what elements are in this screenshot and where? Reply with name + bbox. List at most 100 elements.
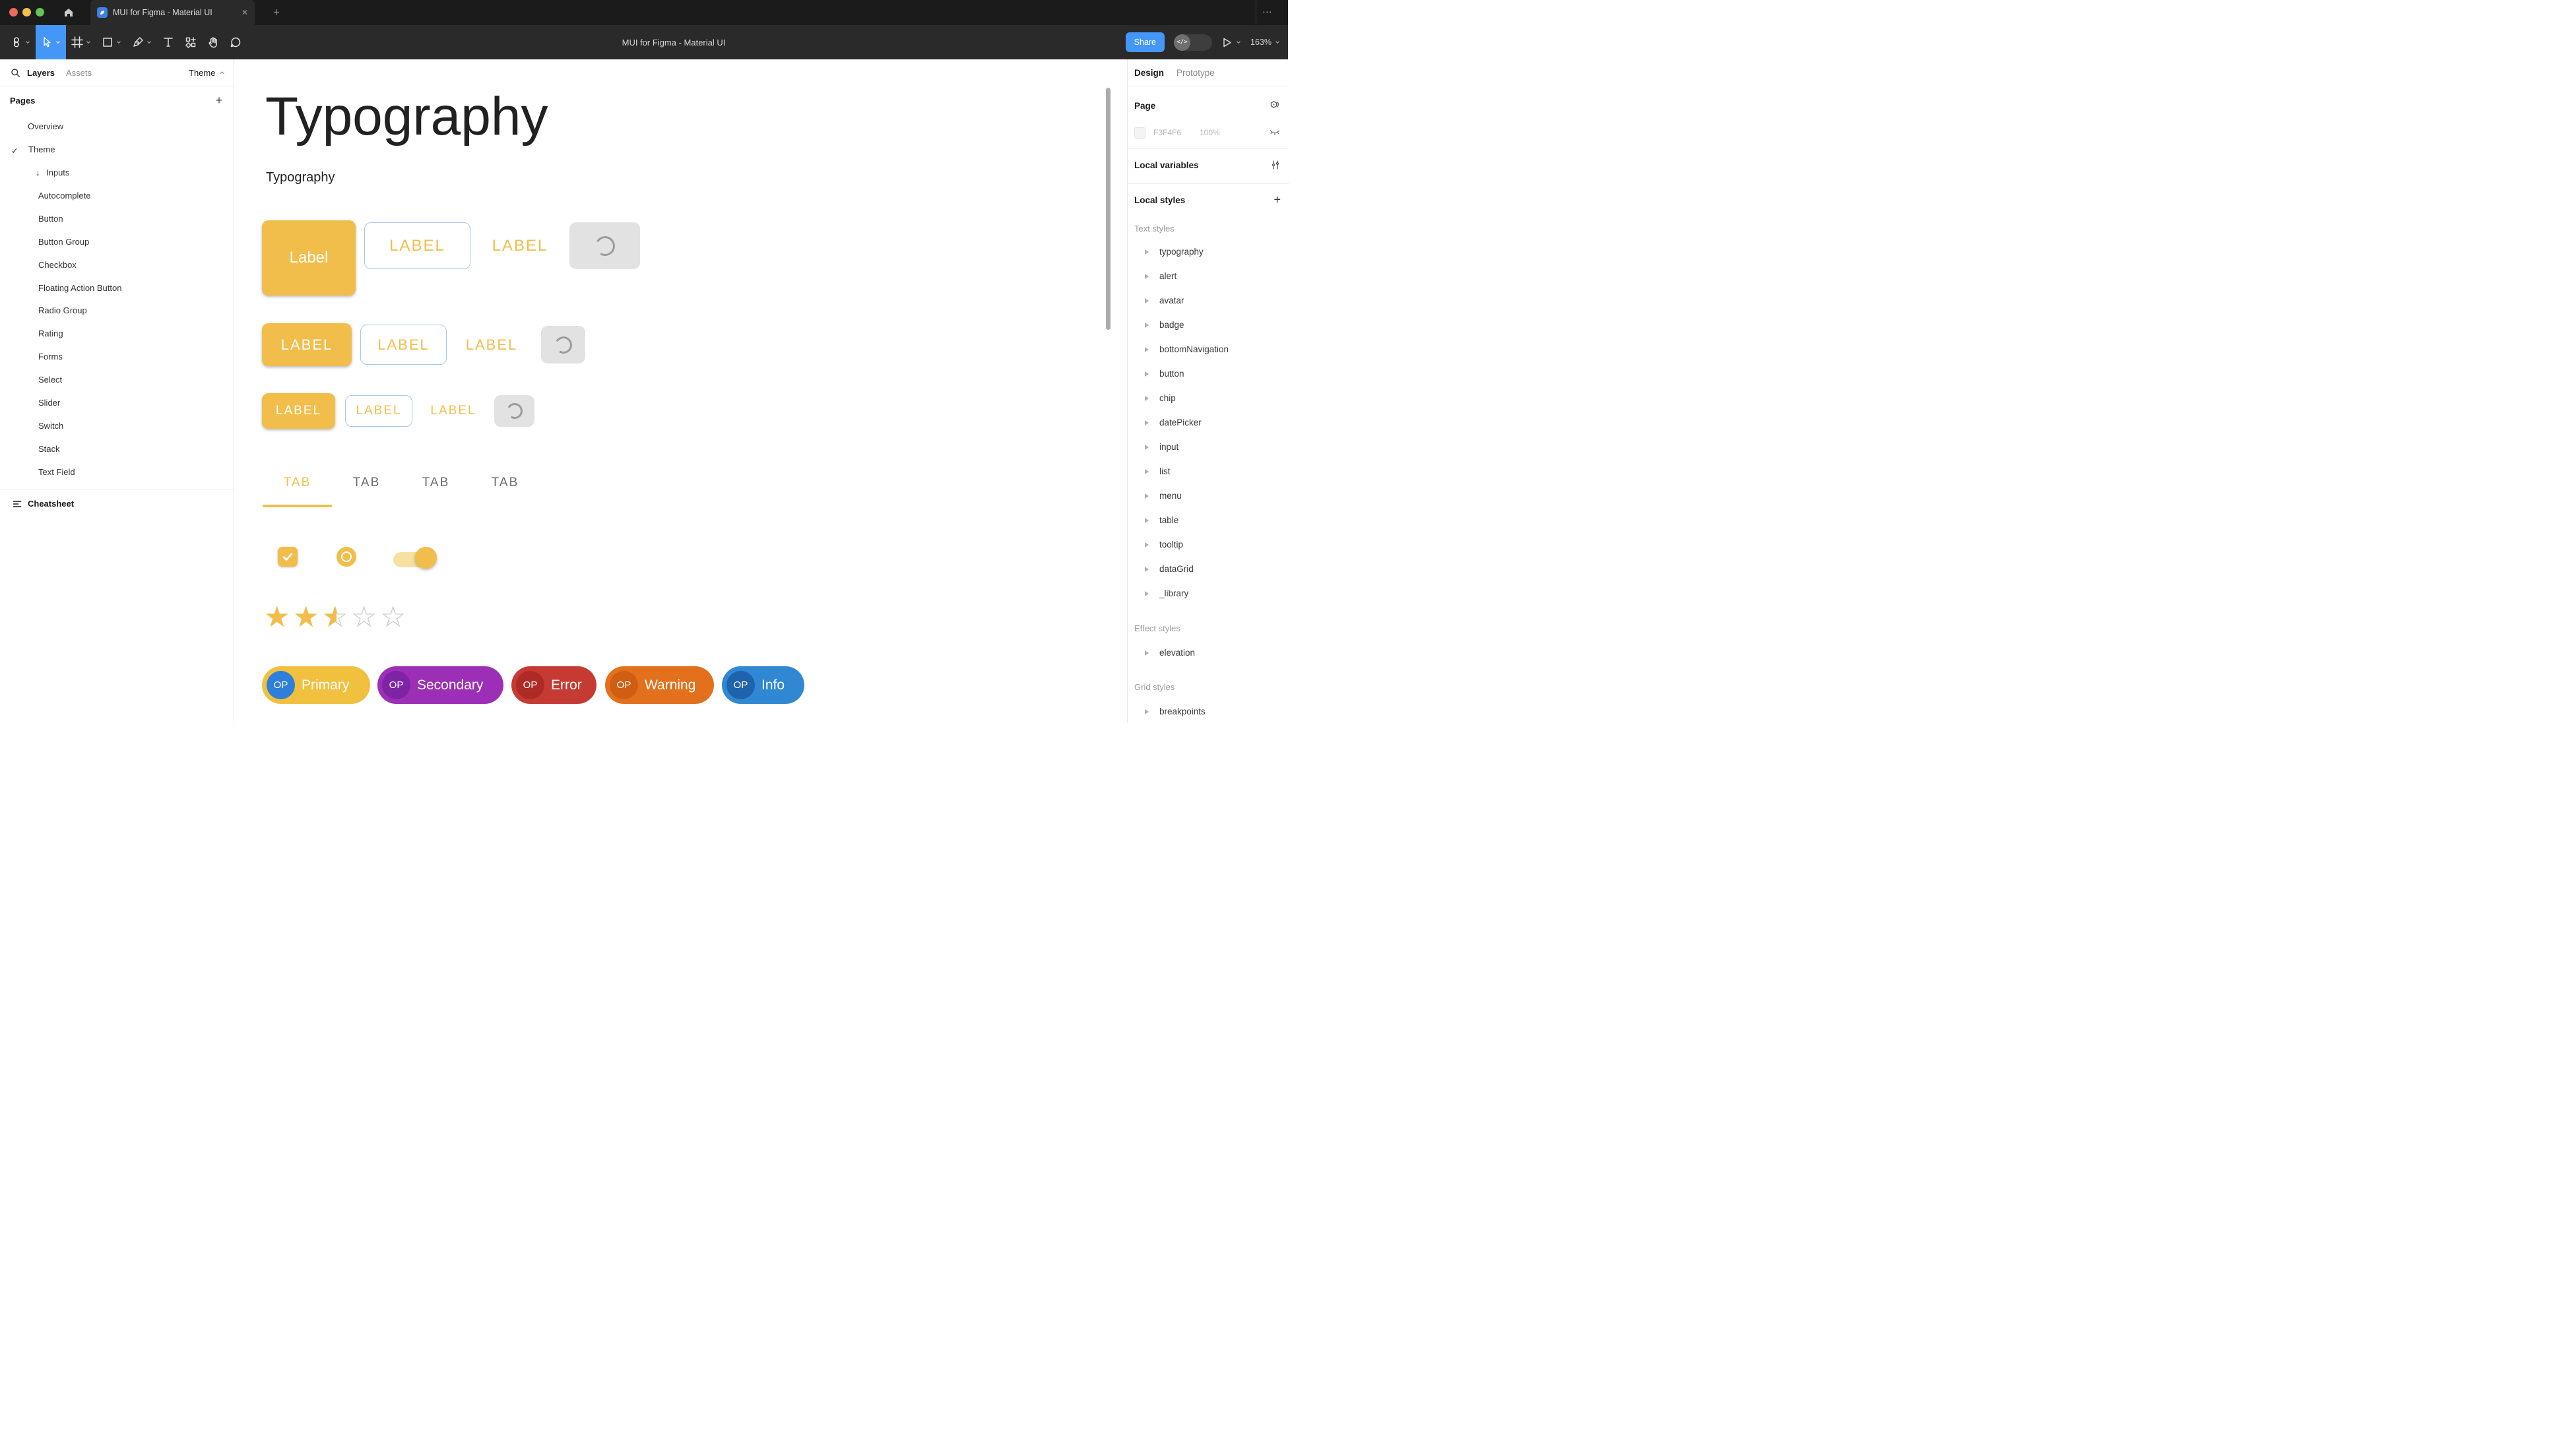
add-page-button[interactable]: +	[211, 92, 227, 108]
maximize-window-button[interactable]	[36, 8, 44, 16]
tab-assets[interactable]: Assets	[66, 59, 92, 86]
sidebar-item-autocomplete[interactable]: Autocomplete	[0, 184, 234, 207]
disclosure-icon[interactable]	[1145, 567, 1149, 572]
variables-icon[interactable]	[1270, 160, 1281, 170]
local-styles-section[interactable]: Local styles +	[1128, 190, 1289, 210]
disclosure-icon[interactable]	[1145, 347, 1149, 352]
button-contained-medium[interactable]: LABEL	[262, 323, 352, 366]
style-item-table[interactable]: table	[1128, 509, 1289, 533]
checkbox-checked[interactable]	[278, 547, 298, 567]
disclosure-icon[interactable]	[1145, 274, 1149, 279]
sidebar-item-switch[interactable]: Switch	[0, 414, 234, 437]
style-item-data-grid[interactable]: dataGrid	[1128, 557, 1289, 582]
button-loading-medium[interactable]	[541, 326, 585, 363]
apply-variable-icon[interactable]	[1269, 100, 1281, 111]
present-controls[interactable]	[1221, 37, 1241, 48]
disclosure-icon[interactable]	[1145, 298, 1149, 303]
style-item-input[interactable]: input	[1128, 435, 1289, 460]
page-color-opacity[interactable]: 100%	[1200, 128, 1220, 137]
rating-star[interactable]: ☆★	[322, 602, 351, 633]
share-button[interactable]: Share	[1126, 32, 1165, 52]
actions-tool-button[interactable]	[179, 25, 202, 59]
style-item-date-picker[interactable]: datePicker	[1128, 411, 1289, 435]
sidebar-item-theme[interactable]: ✓ Theme	[0, 138, 234, 161]
sidebar-item-slider[interactable]: Slider	[0, 391, 234, 414]
comment-tool-button[interactable]	[224, 25, 247, 59]
window-menu-icon[interactable]: ⋯	[1262, 5, 1273, 20]
button-text-large[interactable]: LABEL	[480, 222, 560, 269]
design-canvas[interactable]: Typography Typography Label LABEL LABEL …	[235, 59, 1126, 723]
button-loading-large[interactable]	[569, 222, 640, 269]
new-tab-button[interactable]: +	[269, 5, 284, 20]
tab-prototype[interactable]: Prototype	[1176, 68, 1215, 78]
button-contained-large[interactable]: Label	[262, 220, 356, 296]
disclosure-icon[interactable]	[1145, 542, 1149, 548]
local-variables-section[interactable]: Local variables	[1128, 155, 1289, 175]
disclosure-icon[interactable]	[1145, 518, 1149, 523]
text-tool-button[interactable]	[157, 25, 179, 59]
file-tab[interactable]: MUI for Figma - Material UI ✕	[90, 0, 255, 25]
sidebar-item-rating[interactable]: Rating	[0, 322, 234, 345]
sidebar-item-overview[interactable]: Overview	[0, 115, 234, 138]
sidebar-item-fab[interactable]: Floating Action Button	[0, 276, 234, 299]
rating-star[interactable]: ☆★	[351, 602, 380, 633]
sidebar-item-stack[interactable]: Stack	[0, 437, 234, 460]
style-item-typography[interactable]: typography	[1128, 240, 1289, 265]
chip-error[interactable]: OP Error	[511, 666, 596, 704]
style-item-menu[interactable]: menu	[1128, 484, 1289, 509]
move-tool-button[interactable]	[36, 25, 66, 59]
tab-item-3[interactable]: TAB	[401, 458, 470, 507]
disclosure-icon[interactable]	[1145, 420, 1149, 425]
disclosure-icon[interactable]	[1145, 591, 1149, 596]
disclosure-icon[interactable]	[1145, 469, 1149, 474]
style-item-tooltip[interactable]: tooltip	[1128, 533, 1289, 557]
disclosure-icon[interactable]	[1145, 323, 1149, 328]
sidebar-item-inputs[interactable]: ↓ Inputs	[0, 161, 234, 184]
style-item-bottom-navigation[interactable]: bottomNavigation	[1128, 338, 1289, 362]
button-outlined-small[interactable]: LABEL	[345, 395, 412, 427]
style-item-button[interactable]: button	[1128, 362, 1289, 387]
button-outlined-medium[interactable]: LABEL	[360, 325, 447, 365]
style-item-avatar[interactable]: avatar	[1128, 289, 1289, 313]
disclosure-icon[interactable]	[1145, 396, 1149, 401]
sidebar-item-select[interactable]: Select	[0, 368, 234, 391]
color-swatch[interactable]	[1134, 127, 1145, 139]
window-controls[interactable]	[9, 8, 44, 16]
home-icon[interactable]	[62, 6, 75, 19]
close-tab-icon[interactable]: ✕	[242, 8, 248, 17]
style-item-alert[interactable]: alert	[1128, 265, 1289, 289]
switch-on[interactable]	[393, 552, 433, 567]
sidebar-item-button-group[interactable]: Button Group	[0, 230, 234, 253]
style-item-list[interactable]: list	[1128, 460, 1289, 484]
close-window-button[interactable]	[9, 8, 18, 16]
disclosure-icon[interactable]	[1145, 709, 1149, 714]
zoom-menu[interactable]: 163%	[1250, 38, 1280, 47]
sidebar-item-radio-group[interactable]: Radio Group	[0, 299, 234, 322]
button-text-small[interactable]: LABEL	[414, 395, 493, 427]
search-icon[interactable]	[11, 68, 20, 78]
rating-star[interactable]: ☆★	[264, 602, 293, 633]
button-text-medium[interactable]: LABEL	[452, 325, 531, 365]
rating-star[interactable]: ☆★	[380, 602, 409, 633]
sidebar-item-forms[interactable]: Forms	[0, 345, 234, 368]
disclosure-icon[interactable]	[1145, 249, 1149, 255]
sidebar-item-button[interactable]: Button	[0, 207, 234, 230]
rating-star[interactable]: ☆★	[293, 602, 322, 633]
sidebar-item-cheatsheet[interactable]: Cheatsheet	[0, 491, 234, 517]
dev-mode-toggle[interactable]: </>	[1174, 34, 1212, 51]
radio-checked[interactable]	[337, 547, 356, 567]
add-style-button[interactable]: +	[1273, 193, 1281, 207]
page-picker-theme[interactable]: Theme	[189, 59, 225, 86]
style-item-elevation[interactable]: elevation	[1128, 641, 1289, 666]
tab-item-4[interactable]: TAB	[470, 458, 540, 507]
page-color-hex[interactable]: F3F4F6	[1153, 128, 1200, 137]
chip-warning[interactable]: OP Warning	[605, 666, 714, 704]
disclosure-icon[interactable]	[1145, 493, 1149, 499]
minimize-window-button[interactable]	[22, 8, 31, 16]
style-item-chip[interactable]: chip	[1128, 387, 1289, 411]
disclosure-icon[interactable]	[1145, 445, 1149, 450]
canvas-scrollbar[interactable]	[1106, 88, 1111, 330]
main-menu-button[interactable]	[5, 25, 36, 59]
style-item-badge[interactable]: badge	[1128, 313, 1289, 338]
style-item-breakpoints[interactable]: breakpoints	[1128, 700, 1289, 724]
